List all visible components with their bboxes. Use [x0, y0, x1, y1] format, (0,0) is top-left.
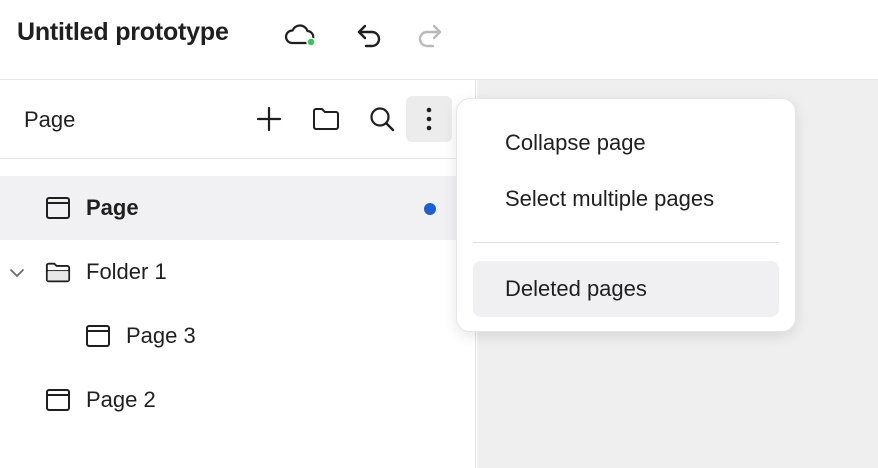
- page-label: Page 3: [126, 323, 196, 348]
- menu-item-collapse-page[interactable]: Collapse page: [473, 115, 779, 171]
- menu-item-label: Deleted pages: [505, 276, 647, 301]
- add-page-button[interactable]: [246, 96, 292, 142]
- pages-panel: Page Page Folder 1 Page 3 Page 2: [0, 80, 476, 468]
- add-folder-button[interactable]: [303, 96, 349, 142]
- page-label: Page: [86, 195, 139, 220]
- top-bar: Untitled prototype: [0, 0, 878, 80]
- page-row-page-3[interactable]: Page 3: [0, 304, 476, 368]
- panel-title: Page: [24, 107, 76, 132]
- menu-item-select-multiple-pages[interactable]: Select multiple pages: [473, 171, 779, 227]
- document-title[interactable]: Untitled prototype: [17, 18, 229, 47]
- cloud-sync-icon[interactable]: [283, 18, 317, 52]
- more-vertical-icon: [426, 107, 432, 131]
- page-row-page-2[interactable]: Page 2: [0, 368, 476, 432]
- page-options-menu: Collapse page Select multiple pages Dele…: [456, 98, 796, 332]
- search-pages-button[interactable]: [359, 96, 405, 142]
- folder-row-folder-1[interactable]: Folder 1: [0, 240, 476, 304]
- folder-icon: [313, 108, 339, 130]
- search-icon: [370, 107, 395, 132]
- page-row-page[interactable]: Page: [0, 176, 476, 240]
- page-label: Page 2: [86, 387, 156, 412]
- redo-icon[interactable]: [414, 18, 448, 52]
- folder-label: Folder 1: [86, 259, 167, 284]
- chevron-down-icon[interactable]: [8, 264, 26, 282]
- undo-icon[interactable]: [351, 18, 385, 52]
- plus-icon: [256, 106, 282, 132]
- page-icon: [45, 196, 71, 220]
- active-page-dot: [424, 203, 436, 215]
- more-options-button[interactable]: [406, 96, 452, 142]
- page-icon: [45, 388, 71, 412]
- menu-item-label: Collapse page: [505, 130, 646, 155]
- folder-open-icon: [45, 260, 71, 284]
- page-icon: [85, 324, 111, 348]
- pages-panel-header: Page: [0, 80, 476, 159]
- menu-item-label: Select multiple pages: [505, 186, 715, 211]
- menu-item-deleted-pages[interactable]: Deleted pages: [473, 261, 779, 317]
- menu-divider: [473, 242, 779, 243]
